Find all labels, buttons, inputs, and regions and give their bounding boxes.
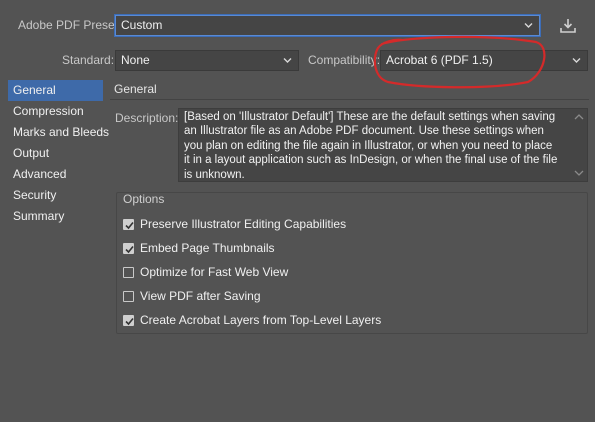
- description-label: Description:: [115, 111, 179, 125]
- options-list: Preserve Illustrator Editing Capabilitie…: [123, 214, 563, 330]
- option-fast-web-view[interactable]: Optimize for Fast Web View: [123, 262, 563, 282]
- checkmark-icon: [125, 245, 134, 253]
- checkbox-checked[interactable]: [123, 314, 134, 326]
- sidebar-item-output[interactable]: Output: [8, 143, 103, 164]
- sidebar-item-general[interactable]: General: [8, 80, 103, 101]
- sidebar-item-marks-and-bleeds[interactable]: Marks and Bleeds: [8, 122, 109, 143]
- checkbox-unchecked[interactable]: [123, 266, 134, 278]
- sidebar: General Compression Marks and Bleeds Out…: [8, 80, 109, 416]
- description-line: it in a layout application such as InDes…: [184, 154, 558, 167]
- description-line: an Illustrator file as an Adobe PDF docu…: [184, 125, 544, 138]
- checkmark-icon: [125, 221, 134, 229]
- scroll-up-icon[interactable]: [573, 113, 585, 121]
- option-label: Embed Page Thumbnails: [140, 241, 275, 255]
- option-embed-thumbnails[interactable]: Embed Page Thumbnails: [123, 238, 563, 258]
- section-title: General: [110, 80, 589, 100]
- sidebar-item-summary[interactable]: Summary: [8, 206, 103, 227]
- checkmark-icon: [125, 317, 134, 325]
- save-preset-icon: [560, 19, 576, 33]
- preset-label: Adobe PDF Preset:: [18, 18, 122, 32]
- standard-select[interactable]: None: [115, 50, 299, 71]
- sidebar-item-security[interactable]: Security: [8, 185, 103, 206]
- option-view-pdf-after-saving[interactable]: View PDF after Saving: [123, 286, 563, 306]
- chevron-down-icon: [283, 58, 292, 63]
- option-preserve-editing[interactable]: Preserve Illustrator Editing Capabilitie…: [123, 214, 563, 234]
- option-create-acrobat-layers[interactable]: Create Acrobat Layers from Top-Level Lay…: [123, 310, 563, 330]
- scroll-down-icon[interactable]: [573, 169, 585, 177]
- standard-label: Standard:: [62, 53, 115, 67]
- option-label: Preserve Illustrator Editing Capabilitie…: [140, 217, 347, 231]
- standard-value: None: [121, 53, 150, 67]
- save-preset-button[interactable]: [558, 16, 578, 36]
- checkbox-unchecked[interactable]: [123, 290, 134, 302]
- checkbox-checked[interactable]: [123, 218, 134, 230]
- option-label: Optimize for Fast Web View: [140, 265, 289, 279]
- options-title: Options: [123, 192, 165, 206]
- description-scrollbar[interactable]: [573, 111, 585, 179]
- description-textarea[interactable]: [Based on 'Illustrator Default'] These a…: [178, 108, 588, 182]
- chevron-down-icon: [524, 23, 533, 28]
- description-line: is unknown.: [184, 168, 245, 181]
- option-label: View PDF after Saving: [140, 289, 261, 303]
- preset-value: Custom: [121, 18, 163, 32]
- description-line: you plan on editing the file again in Il…: [184, 139, 553, 152]
- option-label: Create Acrobat Layers from Top-Level Lay…: [140, 313, 382, 327]
- sidebar-item-advanced[interactable]: Advanced: [8, 164, 103, 185]
- description-line: [Based on 'Illustrator Default'] These a…: [184, 111, 556, 123]
- chevron-down-icon: [572, 58, 581, 63]
- checkbox-checked[interactable]: [123, 242, 134, 254]
- sidebar-item-compression[interactable]: Compression: [8, 101, 103, 122]
